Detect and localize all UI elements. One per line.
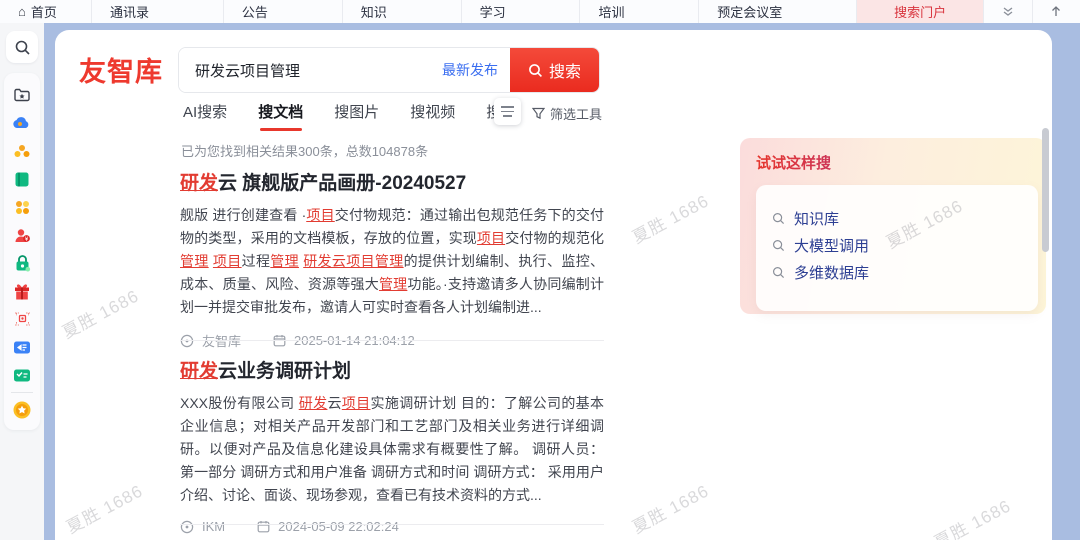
- org-chart-icon[interactable]: [8, 305, 36, 333]
- result-date: 2024-05-09 22:02:24: [278, 519, 399, 534]
- nav-item-contacts[interactable]: 通讯录: [92, 0, 224, 23]
- search-tabs: AI搜索 搜文档 搜图片 搜视频 搜: [183, 101, 506, 131]
- folder-star-icon[interactable]: [8, 81, 36, 109]
- filter-tool-button[interactable]: 筛选工具: [532, 104, 602, 123]
- nav-item-training[interactable]: 培训: [580, 0, 699, 23]
- notebook-icon[interactable]: [8, 165, 36, 193]
- green-card-icon[interactable]: [8, 361, 36, 389]
- nav-item-home[interactable]: ⌂ 首页: [0, 0, 92, 23]
- result-snippet: XXX股份有限公司 研发云项目实施调研计划 目的：了解公司的基本企业信息；对相关…: [180, 392, 604, 507]
- search-input[interactable]: [179, 48, 438, 92]
- left-sidebar: ¥: [0, 23, 44, 540]
- result-divider: [180, 524, 604, 525]
- result-divider: [180, 340, 604, 341]
- result-item-2: 研发云业务调研计划 XXX股份有限公司 研发云项目实施调研计划 目的：了解公司的…: [180, 356, 604, 534]
- nav-tools: [984, 0, 1080, 23]
- menu-handle-icon[interactable]: [494, 98, 521, 125]
- search-button-icon: [528, 63, 543, 78]
- scrollbar-thumb[interactable]: [1042, 128, 1049, 252]
- result-item-1: 研发云 旗舰版产品画册-20240527 舰版 进行创建查看 ·项目交付物规范：…: [180, 168, 604, 350]
- tab-images[interactable]: 搜图片: [334, 101, 379, 131]
- suggestion-llm-call[interactable]: 大模型调用: [772, 232, 1038, 259]
- source-globe-icon: [180, 520, 194, 534]
- tab-ai-search[interactable]: AI搜索: [183, 101, 227, 131]
- search-icon[interactable]: [6, 31, 38, 63]
- search-bar: 最新发布 搜索: [178, 47, 600, 93]
- nav-item-label: 首页: [31, 2, 57, 21]
- result-source: IKM: [202, 519, 225, 534]
- lock-check-icon[interactable]: [8, 249, 36, 277]
- result-snippet: 舰版 进行创建查看 ·项目交付物规范：通过输出包规范任务下的交付物的类型，采用的…: [180, 204, 604, 319]
- search-button[interactable]: 搜索: [510, 48, 599, 92]
- sidebar-divider: [11, 392, 33, 393]
- main-content-card: 友智库 最新发布 搜索 AI搜索 搜文档 搜图片 搜视频 搜 筛选工具 已为您找…: [55, 30, 1052, 540]
- suggestions-title: 试试这样搜: [756, 152, 1034, 173]
- app-logo: 友智库: [79, 50, 163, 89]
- funnel-icon: [532, 107, 545, 120]
- results-stats: 已为您找到相关结果300条，总数104878条: [181, 141, 428, 160]
- search-icon: [772, 212, 785, 225]
- suggestions-card: 知识库 大模型调用 多维数据库: [756, 185, 1038, 311]
- double-chevron-down-icon[interactable]: [984, 0, 1033, 23]
- suggestion-multidim-database[interactable]: 多维数据库: [772, 259, 1038, 286]
- search-icon: [772, 239, 785, 252]
- nav-item-meeting-room[interactable]: 预定会议室: [699, 0, 857, 23]
- tab-documents[interactable]: 搜文档: [258, 101, 303, 131]
- search-icon: [772, 266, 785, 279]
- arrow-up-icon[interactable]: [1033, 0, 1080, 23]
- dots-grid-icon[interactable]: [8, 193, 36, 221]
- home-icon: ⌂: [18, 4, 26, 19]
- search-suggestions-panel: 试试这样搜 知识库 大模型调用 多维数据库: [740, 138, 1046, 314]
- calendar-icon: [257, 520, 270, 533]
- gift-icon[interactable]: [8, 277, 36, 305]
- cloud-icon[interactable]: [8, 109, 36, 137]
- tab-videos[interactable]: 搜视频: [410, 101, 455, 131]
- result-meta: IKM 2024-05-09 22:02:24: [180, 519, 604, 534]
- nav-item-announcements[interactable]: 公告: [224, 0, 343, 23]
- team-icon[interactable]: [8, 137, 36, 165]
- nav-item-knowledge[interactable]: 知识: [343, 0, 462, 23]
- sidebar-app-rail: ¥: [4, 73, 40, 430]
- person-badge-icon[interactable]: ¥: [8, 221, 36, 249]
- suggestion-knowledge-base[interactable]: 知识库: [772, 205, 1038, 232]
- top-nav: ⌂ 首页 通讯录 公告 知识 学习 培训 预定会议室 搜索门户: [0, 0, 1080, 23]
- star-medal-icon[interactable]: [8, 396, 36, 424]
- nav-item-search-portal[interactable]: 搜索门户: [857, 0, 984, 23]
- nav-item-learning[interactable]: 学习: [462, 0, 581, 23]
- result-title[interactable]: 研发云 旗舰版产品画册-20240527: [180, 168, 604, 195]
- video-card-icon[interactable]: [8, 333, 36, 361]
- result-title[interactable]: 研发云业务调研计划: [180, 356, 604, 383]
- latest-release-link[interactable]: 最新发布: [438, 48, 510, 92]
